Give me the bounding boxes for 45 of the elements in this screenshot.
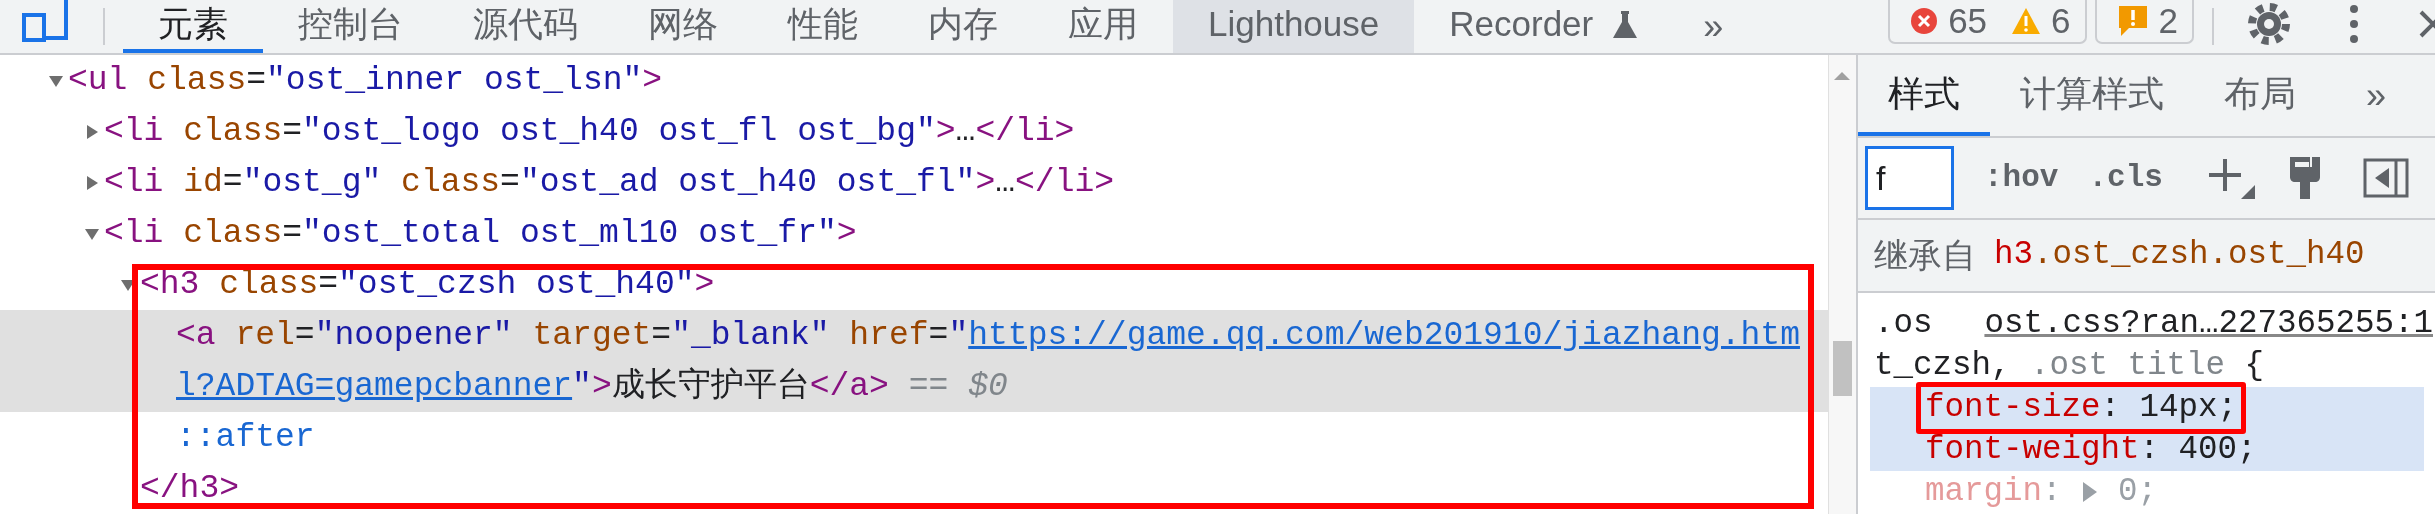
pane-tab[interactable]: 布局: [2194, 55, 2326, 136]
flask-icon: [1612, 9, 1639, 40]
triangle-icon[interactable]: [84, 174, 100, 191]
more-options-icon[interactable]: [2349, 3, 2359, 44]
counter-button[interactable]: 2: [2094, 0, 2194, 44]
panel-tab[interactable]: Recorder: [1414, 0, 1674, 53]
toolbar-toggle[interactable]: :hov: [1984, 154, 2059, 202]
dom-node[interactable]: <ul class="ost_inner ost_lsn">: [0, 55, 1828, 106]
dom-node[interactable]: <li class="ost_total ost_ml10 ost_fr">: [0, 208, 1828, 259]
more-tabs-button[interactable]: »: [1693, 0, 1734, 53]
panel-tab[interactable]: 控制台: [263, 0, 438, 53]
scrollbar-thumb[interactable]: [1833, 341, 1852, 396]
warning-icon: [2011, 7, 2042, 35]
css-selector: t_czsh, .ost title {: [1874, 346, 2265, 386]
url-link[interactable]: l?ADTAG=gamepcbanner: [176, 361, 573, 412]
dom-node[interactable]: <li class="ost_logo ost_h40 ost_fl ost_bg">…</li>: [0, 106, 1828, 157]
inherited-label: 继承自: [1874, 235, 1976, 276]
more-tabs-button[interactable]: »: [2356, 55, 2397, 136]
dom-node[interactable]: <h3 class="ost_czsh ost_h40">: [0, 259, 1828, 310]
issue-icon: [2116, 5, 2149, 37]
toolbar-toggle[interactable]: .cls: [2088, 154, 2163, 202]
panel-tab[interactable]: 内存: [893, 0, 1033, 53]
closing-tag-line[interactable]: </h3>: [0, 463, 1828, 514]
inherited-selector[interactable]: h3.ost_czsh.ost_h40: [1994, 231, 2365, 280]
dom-node[interactable]: ::after: [0, 412, 1828, 463]
dom-node[interactable]: <li id="ost_g" class="ost_ad ost_h40 ost_fl">…</li>: [0, 157, 1828, 208]
settings-icon[interactable]: [2247, 1, 2291, 46]
dom-node[interactable]: <a rel="noopener" target="_blank" href="https://game.qq.com/web201910/jiazhang.htm l?ADTAG=gamepcbanner">成长守护平台</a> == $0: [0, 310, 1828, 412]
triangle-icon[interactable]: [84, 123, 100, 140]
filter-field[interactable]: f: [1865, 146, 1954, 210]
expand-triangle-icon[interactable]: [2080, 481, 2099, 503]
source-link[interactable]: ost.css?ran…227365255:1: [1984, 303, 2435, 345]
panel-tab[interactable]: 应用: [1033, 0, 1173, 53]
sidebar-toggle-icon[interactable]: [2362, 158, 2409, 198]
error-icon: [1910, 7, 1939, 35]
panel-tab[interactable]: Lighthouse: [1173, 0, 1415, 53]
counter-button[interactable]: 65 6: [1888, 0, 2087, 44]
pane-tab[interactable]: 计算样式: [1990, 55, 2194, 136]
panel-tab[interactable]: 性能: [753, 0, 893, 53]
panel-tab[interactable]: 元素: [123, 0, 263, 53]
device-toggle-icon[interactable]: [22, 0, 70, 42]
panel-tab[interactable]: 源代码: [438, 0, 613, 53]
css-selector: .os: [1874, 304, 1933, 344]
url-link[interactable]: https://game.qq.com/web201910/jiazhang.htm: [968, 310, 1800, 361]
panel-tab[interactable]: 网络: [613, 0, 753, 53]
